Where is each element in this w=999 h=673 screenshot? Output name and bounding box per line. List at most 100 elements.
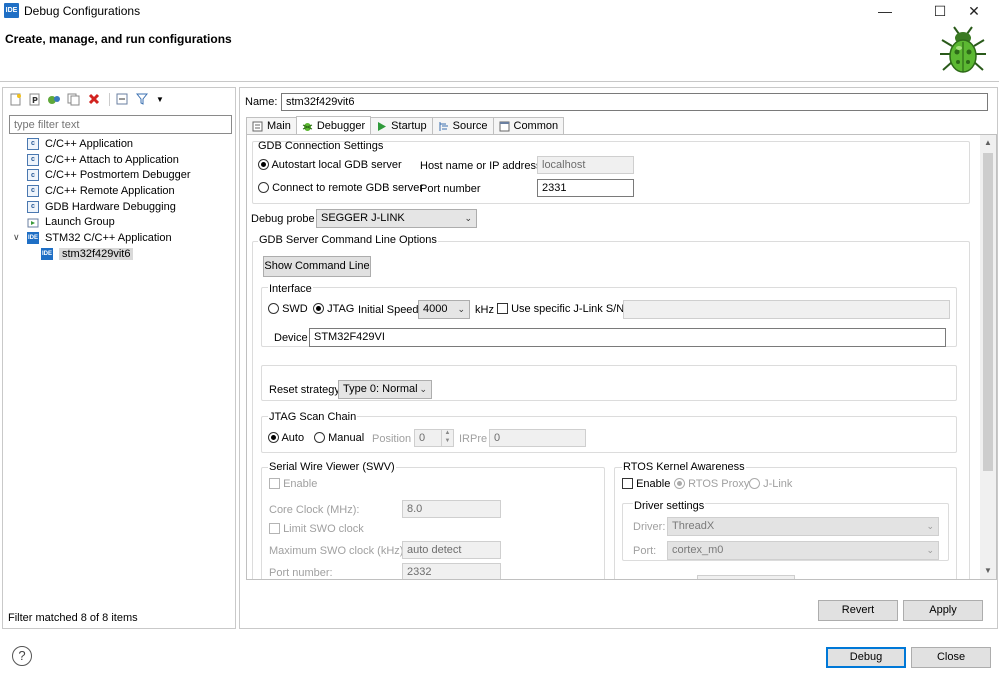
- jtag-label: JTAG: [327, 303, 355, 315]
- rtos-title: RTOS Kernel Awareness: [622, 461, 746, 473]
- vertical-scrollbar[interactable]: ▲ ▼: [980, 135, 996, 579]
- c-icon: c: [27, 200, 39, 213]
- spinner-arrows-icon[interactable]: ▲ ▼: [441, 430, 453, 446]
- tab-label: Common: [513, 120, 559, 132]
- autostart-radio-indicator[interactable]: [258, 159, 269, 170]
- scroll-up-icon[interactable]: ▲: [980, 135, 996, 151]
- close-window-icon[interactable]: ✕: [951, 0, 997, 22]
- name-label: Name:: [245, 96, 278, 108]
- scroll-down-icon[interactable]: ▼: [980, 563, 996, 579]
- tree-item-gdb-hardware[interactable]: c GDB Hardware Debugging: [9, 199, 231, 215]
- tree-item-cpp-application[interactable]: c C/C++ Application: [9, 136, 231, 152]
- svg-text:P: P: [32, 96, 38, 105]
- tree-item-launch-group[interactable]: Launch Group: [9, 214, 231, 230]
- host-field[interactable]: localhost: [537, 156, 634, 174]
- scan-manual-radio-indicator[interactable]: [314, 432, 325, 443]
- autostart-radio[interactable]: Autostart local GDB server: [258, 159, 402, 171]
- tree-item-cpp-attach[interactable]: c C/C++ Attach to Application: [9, 152, 231, 168]
- tree-item-label: C/C++ Remote Application: [45, 184, 175, 197]
- tab-bar: Main Debugger Startup Source Common: [246, 116, 565, 135]
- jlink-radio-indicator[interactable]: [749, 478, 760, 489]
- tab-startup[interactable]: Startup: [370, 117, 433, 134]
- debug-button[interactable]: Debug: [826, 647, 906, 668]
- port-label: Port number: [420, 183, 481, 195]
- show-command-line-button[interactable]: Show Command Line: [263, 256, 371, 277]
- tab-common[interactable]: Common: [492, 117, 565, 134]
- clipped-field: [697, 575, 795, 579]
- chevron-down-icon[interactable]: ∨: [13, 232, 27, 243]
- new-configuration-icon[interactable]: [9, 92, 23, 106]
- driver-value: ThreadX: [672, 520, 715, 532]
- max-swo-field[interactable]: auto detect: [402, 541, 501, 559]
- position-label: Position: [372, 433, 412, 445]
- rtos-port-select[interactable]: cortex_m0 ⌄: [667, 541, 939, 560]
- swv-enable-check-indicator[interactable]: [269, 478, 280, 489]
- source-icon: [438, 121, 449, 132]
- scan-auto-radio[interactable]: Auto: [268, 432, 304, 444]
- revert-button[interactable]: Revert: [818, 600, 898, 621]
- debug-probe-value: SEGGER J-LINK: [321, 212, 405, 224]
- interface-title: Interface: [268, 283, 313, 295]
- irpre-field[interactable]: 0: [489, 429, 586, 447]
- swv-enable-checkbox[interactable]: Enable: [269, 478, 317, 490]
- tree-item-label: C/C++ Attach to Application: [45, 153, 179, 166]
- delete-icon[interactable]: [87, 92, 101, 106]
- specific-sn-check-indicator[interactable]: [497, 303, 508, 314]
- driver-select[interactable]: ThreadX ⌄: [667, 517, 939, 536]
- limit-swo-check-indicator[interactable]: [269, 523, 280, 534]
- rtos-enable-checkbox[interactable]: Enable: [622, 478, 670, 490]
- position-field[interactable]: 0 ▲ ▼: [414, 429, 454, 447]
- filter-input[interactable]: [9, 115, 232, 134]
- jtag-radio-indicator[interactable]: [313, 303, 324, 314]
- view-menu-chevron-down-icon[interactable]: ▼: [153, 92, 167, 106]
- rtos-enable-check-indicator[interactable]: [622, 478, 633, 489]
- remote-radio-indicator[interactable]: [258, 182, 269, 193]
- filter-icon[interactable]: [135, 92, 149, 106]
- tree-item-cpp-remote[interactable]: c C/C++ Remote Application: [9, 183, 231, 199]
- swv-title: Serial Wire Viewer (SWV): [268, 461, 396, 473]
- tab-main[interactable]: Main: [246, 117, 297, 134]
- irpre-label: IRPre: [459, 433, 488, 445]
- name-field[interactable]: stm32f429vit6: [281, 93, 988, 111]
- debug-bug-icon: [940, 26, 986, 73]
- specific-sn-checkbox[interactable]: Use specific J-Link S/N: [497, 303, 624, 315]
- title-bar: IDE Debug Configurations — ☐ ✕: [0, 0, 999, 22]
- duplicate-icon[interactable]: [66, 92, 80, 106]
- core-clock-field[interactable]: 8.0: [402, 500, 501, 518]
- tree-item-stm32f429vit6[interactable]: IDE stm32f429vit6: [9, 246, 231, 262]
- device-field[interactable]: STM32F429VI: [309, 328, 946, 347]
- jtag-radio[interactable]: JTAG: [313, 303, 354, 315]
- swd-radio[interactable]: SWD: [268, 303, 308, 315]
- debug-probe-select[interactable]: SEGGER J-LINK ⌄: [316, 209, 477, 228]
- tree-item-cpp-postmortem[interactable]: c C/C++ Postmortem Debugger: [9, 167, 231, 183]
- scrollbar-thumb[interactable]: [983, 153, 993, 471]
- c-icon: c: [27, 153, 39, 166]
- scan-manual-radio[interactable]: Manual: [314, 432, 364, 444]
- tab-debugger[interactable]: Debugger: [295, 116, 372, 135]
- new-prototype-icon[interactable]: P: [28, 92, 42, 106]
- rtos-proxy-radio-indicator[interactable]: [674, 478, 685, 489]
- swd-radio-indicator[interactable]: [268, 303, 279, 314]
- close-button[interactable]: Close: [911, 647, 991, 668]
- jtag-scan-title: JTAG Scan Chain: [268, 411, 358, 423]
- remote-radio[interactable]: Connect to remote GDB server: [258, 182, 423, 194]
- reset-strategy-value: Type 0: Normal: [343, 383, 418, 395]
- rtos-port-value: cortex_m0: [672, 544, 724, 556]
- rtos-proxy-radio[interactable]: RTOS Proxy: [674, 478, 749, 490]
- minimize-icon[interactable]: —: [862, 0, 908, 22]
- reset-strategy-select[interactable]: Type 0: Normal ⌄: [338, 380, 432, 399]
- sn-field[interactable]: [623, 300, 950, 319]
- scan-auto-radio-indicator[interactable]: [268, 432, 279, 443]
- tree-item-stm32-application[interactable]: ∨ IDE STM32 C/C++ Application: [9, 230, 231, 246]
- port-field[interactable]: 2331: [537, 179, 634, 197]
- apply-button[interactable]: Apply: [903, 600, 983, 621]
- collapse-all-icon[interactable]: [115, 92, 129, 106]
- initial-speed-select[interactable]: 4000 ⌄: [418, 300, 470, 319]
- jlink-radio[interactable]: J-Link: [749, 478, 792, 490]
- swv-port-field[interactable]: 2332: [402, 563, 501, 579]
- tab-source[interactable]: Source: [431, 117, 494, 134]
- import-icon[interactable]: [47, 92, 61, 106]
- help-icon[interactable]: ?: [12, 646, 32, 666]
- limit-swo-checkbox[interactable]: Limit SWO clock: [269, 523, 364, 535]
- autostart-label: Autostart local GDB server: [271, 159, 402, 171]
